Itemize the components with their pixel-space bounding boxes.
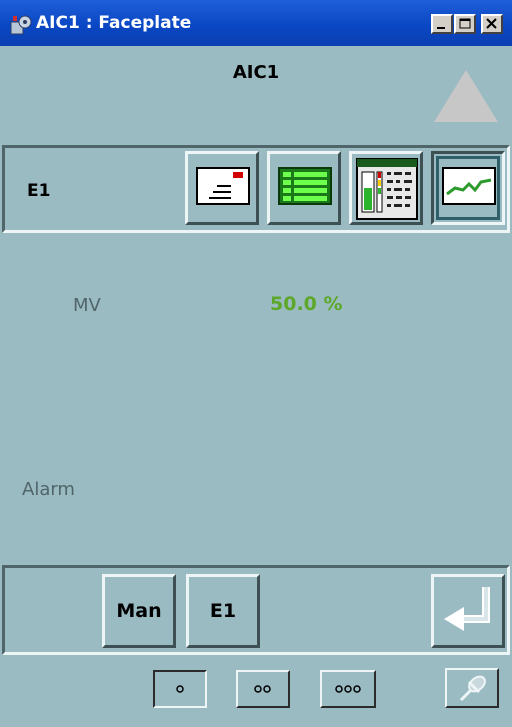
list-grid-icon <box>278 167 332 205</box>
minimize-icon <box>437 27 445 29</box>
faceplate-window: AIC1 : Faceplate AIC1 E1 MV 50.0 % Alarm… <box>0 0 512 727</box>
e1-mode-button[interactable]: E1 <box>186 574 260 648</box>
small-view-button[interactable] <box>153 670 207 708</box>
status-display-icon <box>356 158 418 220</box>
pin-icon <box>459 675 486 702</box>
mv-label: MV <box>73 295 101 316</box>
list-button[interactable] <box>267 151 341 225</box>
mv-value: 50.0 % <box>270 293 343 315</box>
toolbar: E1 <box>2 145 510 233</box>
enter-button[interactable] <box>431 574 505 648</box>
maximize-button[interactable] <box>454 14 476 34</box>
e1-mode-label: E1 <box>209 600 237 622</box>
two-dots-icon <box>254 685 271 693</box>
minimize-button[interactable] <box>431 14 453 34</box>
app-icon <box>10 15 32 35</box>
maximize-icon <box>459 18 471 29</box>
status-display-button[interactable] <box>349 151 423 225</box>
up-triangle-icon[interactable] <box>432 68 500 124</box>
message-button[interactable] <box>185 151 259 225</box>
operation-panel: Man E1 <box>2 565 510 655</box>
close-button[interactable] <box>481 14 503 34</box>
manual-mode-label: Man <box>116 600 162 622</box>
pin-button[interactable] <box>445 668 499 708</box>
toolbar-label: E1 <box>27 181 51 201</box>
close-icon <box>486 18 497 29</box>
alarm-label: Alarm <box>22 479 75 500</box>
one-dot-icon <box>176 685 184 693</box>
large-view-button[interactable] <box>320 670 376 708</box>
trend-button[interactable] <box>431 151 505 225</box>
enter-arrow-icon <box>444 587 490 631</box>
trend-line-icon <box>442 167 496 205</box>
title-bar[interactable]: AIC1 : Faceplate <box>0 0 512 46</box>
three-dots-icon <box>335 685 361 693</box>
window-title: AIC1 : Faceplate <box>36 13 192 33</box>
medium-view-button[interactable] <box>236 670 290 708</box>
manual-mode-button[interactable]: Man <box>102 574 176 648</box>
envelope-icon <box>196 167 250 205</box>
